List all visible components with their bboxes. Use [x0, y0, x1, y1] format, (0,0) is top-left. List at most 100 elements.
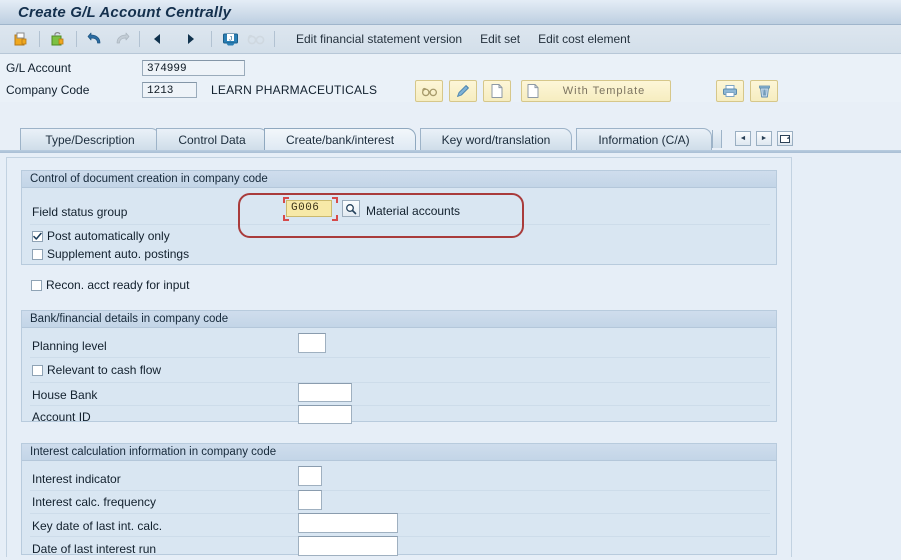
tab-list-icon: [779, 134, 790, 143]
save-icon[interactable]: [10, 28, 32, 50]
toolbar-separator: [139, 31, 140, 47]
toolbar-separator: [211, 31, 212, 47]
tab-scroll-left-button[interactable]: ◄: [735, 131, 751, 146]
chevron-right-icon: ►: [760, 135, 768, 142]
planning-level-label: Planning level: [32, 339, 107, 353]
delete-button[interactable]: [750, 80, 778, 102]
checkbox-label: Post automatically only: [47, 229, 170, 243]
date-last-interest-run-input[interactable]: [298, 536, 398, 556]
undo-icon[interactable]: [84, 28, 106, 50]
checkbox-box: [32, 248, 43, 260]
group-interest-calculation: Interest calculation information in comp…: [21, 443, 777, 556]
save-as-icon[interactable]: [47, 28, 69, 50]
search-help-icon[interactable]: [342, 200, 360, 217]
group-control-of-document-creation: Control of document creation in company …: [21, 170, 777, 265]
interest-calc-frequency-label: Interest calc. frequency: [32, 495, 157, 509]
checkbox-post-automatically-only[interactable]: Post automatically only: [32, 229, 170, 243]
tab-label: Key word/translation: [441, 132, 551, 147]
with-template-button[interactable]: With Template: [521, 80, 671, 102]
print-button[interactable]: [716, 80, 744, 102]
checkbox-label: Relevant to cash flow: [47, 363, 162, 377]
other-account-button[interactable]: [415, 80, 443, 102]
svg-text:J: J: [228, 35, 231, 42]
interest-calc-frequency-input[interactable]: [298, 490, 322, 510]
tab-information-ca[interactable]: Information (C/A): [576, 128, 712, 150]
house-bank-label: House Bank: [32, 388, 98, 402]
focus-corner-tl: [283, 197, 289, 203]
tab-scroll-right-button[interactable]: ►: [756, 131, 772, 146]
gl-account-label: G/L Account: [6, 61, 71, 75]
tab-type-description[interactable]: Type/Description: [20, 128, 160, 150]
checkbox-label: Supplement auto. postings: [47, 247, 190, 261]
redo-icon[interactable]: [110, 28, 132, 50]
forward-icon[interactable]: [179, 28, 201, 50]
field-status-group-description: Material accounts: [366, 204, 461, 218]
field-status-group-value: G006: [291, 202, 320, 214]
checkbox-box: [32, 230, 43, 242]
row-separator: [30, 357, 770, 358]
edit-set-link[interactable]: Edit set: [480, 32, 520, 46]
key-date-last-int-calc-input[interactable]: [298, 513, 398, 533]
title-bar: Create G/L Account Centrally: [0, 0, 901, 25]
back-icon[interactable]: [147, 28, 169, 50]
toolbar-links: Edit financial statement version Edit se…: [292, 32, 644, 46]
toolbar-separator: [39, 31, 40, 47]
chevron-left-icon: ◄: [739, 135, 747, 142]
interest-indicator-input[interactable]: [298, 466, 322, 486]
date-last-interest-run-label: Date of last interest run: [32, 542, 157, 556]
focus-corner-tr: [332, 197, 338, 203]
content-frame: Control of document creation in company …: [6, 157, 792, 557]
field-status-group-input[interactable]: G006: [286, 200, 332, 217]
interest-indicator-label: Interest indicator: [32, 472, 121, 486]
group-title: Control of document creation in company …: [22, 171, 776, 188]
page-title: Create G/L Account Centrally: [18, 3, 232, 21]
tab-create-bank-interest[interactable]: Create/bank/interest: [264, 128, 416, 150]
checkbox-label: Recon. acct ready for input: [46, 278, 190, 292]
group-bank-financial-details: Bank/financial details in company code P…: [21, 310, 777, 424]
tab-control-data[interactable]: Control Data: [156, 128, 268, 150]
company-name-text: LEARN PHARMACEUTICALS: [211, 83, 378, 97]
focus-corner-bl: [283, 215, 289, 221]
company-code-row: Company Code 1213 LEARN PHARMACEUTICALS: [6, 82, 377, 98]
field-status-group-label: Field status group: [32, 205, 128, 219]
row-separator: [30, 490, 770, 491]
tab-label: Create/bank/interest: [285, 132, 395, 147]
header-fields: G/L Account 374999 Company Code 1213 LEA…: [0, 54, 901, 102]
display-change-icon[interactable]: J: [219, 28, 241, 50]
tab-label: Type/Description: [45, 132, 135, 147]
checkbox-supplement-auto-postings[interactable]: Supplement auto. postings: [32, 247, 189, 261]
gl-account-row: G/L Account 374999: [6, 60, 245, 76]
company-code-label: Company Code: [6, 83, 90, 97]
checkbox-recon-acct-ready-for-input[interactable]: Recon. acct ready for input: [31, 278, 189, 292]
gl-account-input[interactable]: 374999: [142, 60, 245, 76]
row-separator: [30, 382, 770, 383]
row-separator: [30, 224, 770, 225]
edit-button[interactable]: [449, 80, 477, 102]
tab-label: Information (C/A): [598, 132, 690, 147]
tab-list-button[interactable]: [777, 131, 793, 146]
row-separator: [30, 405, 770, 406]
edit-cost-element-link[interactable]: Edit cost element: [538, 32, 630, 46]
toolbar-separator: [76, 31, 77, 47]
key-date-last-int-calc-label: Key date of last int. calc.: [32, 519, 163, 533]
account-id-input[interactable]: [298, 405, 352, 424]
sap-gui-window: Create G/L Account Centrally J Edit fina…: [0, 0, 901, 560]
tab-key-word-translation[interactable]: Key word/translation: [420, 128, 572, 150]
checkbox-relevant-to-cash-flow[interactable]: Relevant to cash flow: [32, 363, 161, 377]
group-title: Interest calculation information in comp…: [22, 444, 776, 461]
application-toolbar: J Edit financial statement version Edit …: [0, 25, 901, 54]
group-title: Bank/financial details in company code: [22, 311, 776, 328]
planning-level-input[interactable]: [298, 333, 326, 353]
row-separator: [30, 513, 770, 514]
tab-overflow-handle: [712, 130, 722, 148]
account-id-label: Account ID: [32, 410, 91, 424]
create-button[interactable]: [483, 80, 511, 102]
focus-corner-br: [332, 215, 338, 221]
spectacles-icon[interactable]: [245, 28, 267, 50]
with-template-label: With Template: [562, 85, 646, 97]
toolbar-separator: [274, 31, 275, 47]
edit-financial-statement-version-link[interactable]: Edit financial statement version: [296, 32, 462, 46]
company-code-input[interactable]: 1213: [142, 82, 197, 98]
house-bank-input[interactable]: [298, 383, 352, 402]
checkbox-box: [31, 279, 42, 291]
